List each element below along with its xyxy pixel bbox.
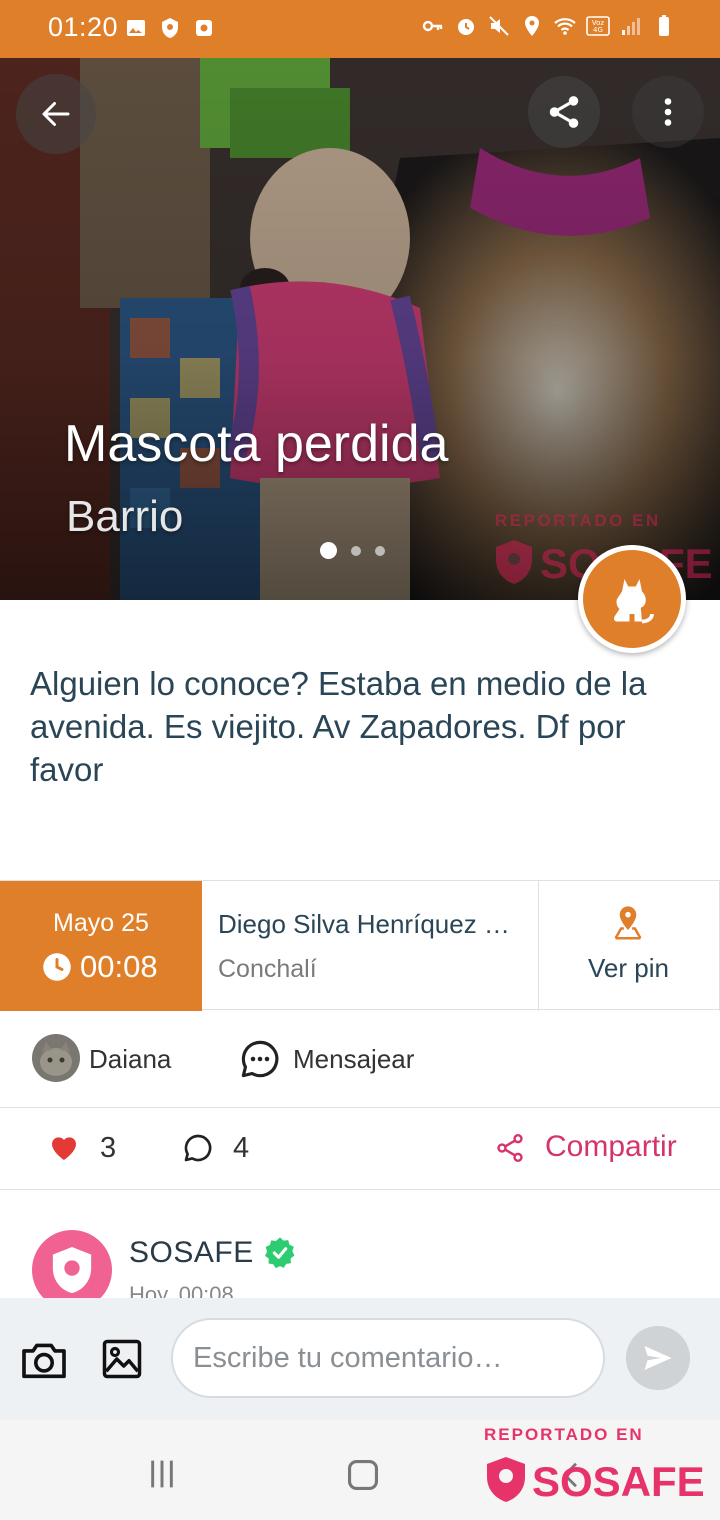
image-icon <box>127 20 145 36</box>
svg-text:4G: 4G <box>593 26 603 34</box>
carousel-indicator[interactable] <box>320 542 385 559</box>
comments-count: 4 <box>233 1132 250 1164</box>
volte-icon: Voz4G <box>586 16 610 36</box>
chat-bubble-icon[interactable] <box>239 1038 281 1080</box>
battery-icon <box>659 15 669 36</box>
avatar[interactable] <box>32 1034 80 1082</box>
comment-input[interactable] <box>171 1318 605 1398</box>
more-options-button[interactable] <box>632 76 704 148</box>
likes-count: 3 <box>100 1132 117 1164</box>
arrow-left-icon <box>42 102 70 126</box>
send-button[interactable] <box>626 1326 690 1390</box>
map-pin-icon <box>614 906 642 940</box>
actions-row: 3 4 Compartir <box>0 1108 720 1190</box>
message-button[interactable]: Mensajear <box>293 1044 414 1075</box>
info-row: Mayo 25 00:08 Diego Silva Henríquez … Co… <box>0 880 720 1011</box>
hero-photo[interactable]: Mascota perdida Barrio REPORTADO EN SOSA… <box>0 58 720 600</box>
post-time: 00:08 <box>80 949 158 984</box>
author-name[interactable]: Daiana <box>89 1044 171 1075</box>
cat-icon <box>614 579 654 624</box>
comment-icon[interactable] <box>182 1132 214 1164</box>
comment-list: SOSAFE Hoy, 00:08 <box>0 1190 720 1298</box>
share-top-button[interactable] <box>528 76 600 148</box>
shield-icon <box>162 18 178 38</box>
carousel-dot-1[interactable] <box>320 542 337 559</box>
mute-icon <box>489 16 509 36</box>
signal-icon <box>622 18 640 35</box>
post-title: Mascota perdida <box>64 415 449 473</box>
status-bar: 01:20 Voz 4G <box>0 0 720 58</box>
key-icon <box>422 20 443 32</box>
post-subtitle: Barrio <box>66 492 184 541</box>
location-icon <box>525 16 539 36</box>
recents-icon[interactable] <box>146 1458 178 1490</box>
footer-watermark-label: REPORTADO EN <box>484 1425 644 1444</box>
carousel-dot-3[interactable] <box>375 545 385 556</box>
sosafe-shield-icon <box>52 1247 92 1293</box>
address-district: Conchalí <box>218 955 317 983</box>
share-button[interactable]: Compartir <box>545 1130 677 1164</box>
system-nav-bar: REPORTADO EN SOSAFE <box>0 1420 720 1520</box>
send-icon <box>644 1346 672 1370</box>
address-street: Diego Silva Henríquez … <box>218 909 510 939</box>
verified-badge-icon <box>264 1237 295 1269</box>
heart-icon[interactable] <box>48 1132 80 1164</box>
view-pin-button[interactable]: Ver pin <box>539 881 720 1011</box>
more-vertical-icon <box>664 98 672 126</box>
sosafe-logo: SOSAFE <box>487 1457 704 1504</box>
view-pin-label: Ver pin <box>588 953 669 983</box>
status-time: 01:20 <box>48 12 119 42</box>
wifi-icon <box>554 18 576 35</box>
date-box: Mayo 25 00:08 <box>0 881 202 1011</box>
category-badge <box>578 545 686 653</box>
home-icon[interactable] <box>346 1458 380 1492</box>
alarm-icon <box>458 19 474 35</box>
share-icon <box>549 96 579 128</box>
gallery-icon[interactable] <box>100 1338 144 1380</box>
address-box[interactable]: Diego Silva Henríquez … Conchalí <box>202 881 539 1011</box>
avatar-image <box>32 1034 80 1082</box>
camera-icon[interactable] <box>20 1340 68 1380</box>
comment-composer <box>0 1298 720 1420</box>
comment-author[interactable]: SOSAFE <box>129 1236 254 1270</box>
app-icon <box>196 20 212 36</box>
clock-icon <box>43 953 71 981</box>
author-row: Daiana Mensajear <box>0 1010 720 1108</box>
post-date: Mayo 25 <box>53 909 149 937</box>
sosafe-avatar[interactable] <box>32 1230 112 1298</box>
comment-time: Hoy, 00:08 <box>129 1282 234 1298</box>
svg-text:SOSAFE: SOSAFE <box>532 1458 704 1504</box>
carousel-dot-2[interactable] <box>351 545 361 556</box>
post-description: Alguien lo conoce? Estaba en medio de la… <box>30 665 647 788</box>
watermark-label: REPORTADO EN <box>495 511 661 530</box>
share-icon[interactable] <box>494 1132 526 1164</box>
back-button[interactable] <box>16 74 96 154</box>
